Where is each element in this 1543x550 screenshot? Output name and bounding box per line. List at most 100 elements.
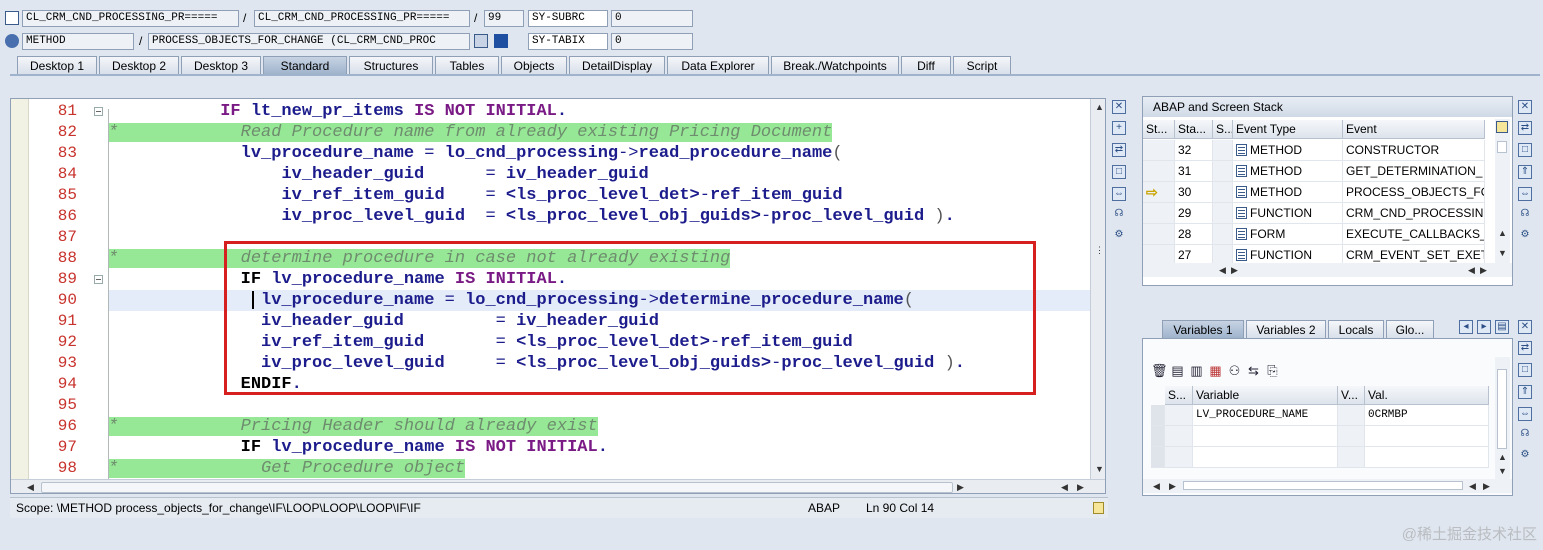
editor-hscroll[interactable]: ◀ ▶ ◀ ▶ xyxy=(11,479,1105,493)
var-hscroll[interactable]: ◀ ▶ ◀ ▶ xyxy=(1143,479,1512,493)
editor-vscroll[interactable]: ▲ ⋮ ▼ xyxy=(1090,99,1105,479)
scroll-up-icon[interactable]: ▲ xyxy=(1498,451,1507,463)
info-icon[interactable] xyxy=(494,34,508,48)
stack-cell[interactable]: 31 xyxy=(1175,161,1213,182)
row-selector[interactable] xyxy=(1151,405,1165,426)
variable-name-cell[interactable]: LV_PROCEDURE_NAME xyxy=(1193,405,1338,426)
hscroll-thumb[interactable] xyxy=(41,482,953,493)
tab-script[interactable]: Script xyxy=(953,56,1011,74)
variable-cell[interactable] xyxy=(1165,426,1193,447)
variable-column-header[interactable]: Variable xyxy=(1193,386,1338,405)
stack-cell-marker[interactable] xyxy=(1143,224,1175,245)
stack-cell[interactable]: 29 xyxy=(1175,203,1213,224)
scroll-left-icon[interactable]: ◀ xyxy=(1153,480,1160,492)
stack-cell[interactable] xyxy=(1213,182,1233,203)
scroll-right-icon[interactable]: ▶ xyxy=(1169,480,1176,492)
source-editor[interactable]: 81 IF lt_new_pr_items IS NOT INITIAL. 82 *… xyxy=(10,98,1106,494)
row-selector[interactable] xyxy=(1151,447,1165,468)
fold-toggle-icon[interactable] xyxy=(94,107,103,116)
change-icon[interactable]: ▥ xyxy=(1189,363,1204,378)
tab-desktop-1[interactable]: Desktop 1 xyxy=(17,56,97,74)
delete-icon[interactable]: 🗑 xyxy=(1151,363,1168,378)
stack-column-header[interactable]: Event Type xyxy=(1233,120,1343,139)
stack-cell[interactable]: 28 xyxy=(1175,224,1213,245)
variable-name-cell[interactable] xyxy=(1193,447,1338,468)
tab-glo[interactable]: Glo... xyxy=(1386,320,1434,338)
tab-locals[interactable]: Locals xyxy=(1328,320,1384,338)
hierarchy-icon[interactable]: ⚇ xyxy=(1227,363,1242,378)
stack-cell[interactable]: CRM_CND_PROCESSING_ xyxy=(1343,203,1485,224)
close-icon[interactable]: ✕ xyxy=(1518,320,1532,334)
notepad-icon[interactable] xyxy=(1093,502,1104,514)
tab-variables-2[interactable]: Variables 2 xyxy=(1246,320,1326,338)
row-selector[interactable] xyxy=(1151,426,1165,447)
stack-column-header[interactable]: Event xyxy=(1343,120,1485,139)
scroll-right-icon[interactable]: ▶ xyxy=(1480,264,1487,276)
tab-tables[interactable]: Tables xyxy=(435,56,499,74)
display-source-icon[interactable] xyxy=(474,34,488,48)
include-field[interactable]: CL_CRM_CND_PROCESSING_PR===== xyxy=(254,10,470,27)
variable-value-cell[interactable]: 0CRMBP xyxy=(1365,405,1489,426)
new-tool-icon[interactable]: + xyxy=(1112,121,1126,135)
tab-break-watchpoints[interactable]: Break./Watchpoints xyxy=(771,56,899,74)
stack-cell[interactable]: METHOD xyxy=(1233,140,1343,161)
scroll-right-icon[interactable]: ▶ xyxy=(1483,480,1490,492)
stack-column-header[interactable]: S... xyxy=(1213,120,1233,139)
tab-objects[interactable]: Objects xyxy=(501,56,567,74)
sysval-field-1[interactable]: 0 xyxy=(611,10,693,27)
stack-cell[interactable]: GET_DETERMINATION_ xyxy=(1343,161,1485,182)
swap-up-icon[interactable]: ⇑ xyxy=(1518,165,1532,179)
stack-cell[interactable] xyxy=(1213,161,1233,182)
swap-tools-icon[interactable]: ⇔ xyxy=(1518,187,1532,201)
fold-toggle-icon[interactable] xyxy=(94,275,103,284)
stack-cell[interactable] xyxy=(1213,224,1233,245)
stack-cell[interactable] xyxy=(1213,140,1233,161)
maximize-icon[interactable]: □ xyxy=(1518,143,1532,157)
stack-cell[interactable]: METHOD xyxy=(1233,182,1343,203)
line-field[interactable]: 99 xyxy=(484,10,524,27)
delete-all-icon[interactable]: ▦ xyxy=(1208,363,1223,378)
sysval-field-2[interactable]: 0 xyxy=(611,33,693,50)
sysvar-field-2[interactable]: SY-TABIX xyxy=(528,33,608,50)
variable-cell[interactable] xyxy=(1338,405,1365,426)
stack-cell-marker[interactable]: ⇨ xyxy=(1143,182,1175,203)
variable-cell[interactable] xyxy=(1165,405,1193,426)
scroll-thumb[interactable] xyxy=(1183,481,1463,490)
scroll-left-icon[interactable]: ◀ xyxy=(27,481,34,493)
variable-column-header[interactable]: Val. xyxy=(1365,386,1489,405)
replace-tool-icon[interactable]: ⇄ xyxy=(1518,341,1532,355)
scroll-down-icon[interactable]: ▼ xyxy=(1498,247,1507,259)
swap-tools-icon[interactable]: ⇔ xyxy=(1518,407,1532,421)
scroll-down-icon[interactable]: ▼ xyxy=(1498,465,1507,477)
scroll-thumb[interactable] xyxy=(1497,369,1507,449)
stack-column-header[interactable]: Sta... xyxy=(1175,120,1213,139)
variable-cell[interactable] xyxy=(1338,426,1365,447)
variable-cell[interactable] xyxy=(1165,447,1193,468)
tab-detaildisplay[interactable]: DetailDisplay xyxy=(569,56,665,74)
services-icon[interactable]: ☊ xyxy=(1518,428,1532,442)
stack-cell[interactable]: EXECUTE_CALLBACKS_P_ xyxy=(1343,224,1485,245)
services-icon[interactable]: ☊ xyxy=(1518,208,1532,222)
event-field[interactable]: PROCESS_OBJECTS_FOR_CHANGE (CL_CRM_CND_P… xyxy=(148,33,470,50)
tab-standard[interactable]: Standard xyxy=(263,56,347,74)
swap-up-icon[interactable]: ⇑ xyxy=(1518,385,1532,399)
scroll-right-icon[interactable]: ▶ xyxy=(957,481,964,493)
variable-value-cell[interactable] xyxy=(1365,447,1489,468)
stack-hscroll[interactable]: ◀ ▶ ◀ ▶ xyxy=(1143,263,1512,277)
scroll-up-icon[interactable]: ▲ xyxy=(1498,227,1507,239)
scroll-left-icon[interactable]: ◀ xyxy=(1469,480,1476,492)
replace-tool-icon[interactable]: ⇄ xyxy=(1112,143,1126,157)
sysvar-field-1[interactable]: SY-SUBRC xyxy=(528,10,608,27)
variable-column-header[interactable]: V... xyxy=(1338,386,1365,405)
tab-structures[interactable]: Structures xyxy=(349,56,433,74)
scroll-right-icon[interactable]: ▶ xyxy=(1077,481,1084,493)
stack-cell[interactable]: FORM xyxy=(1233,224,1343,245)
tab-list-icon[interactable]: ▤ xyxy=(1495,320,1509,334)
close-icon[interactable]: ✕ xyxy=(1518,100,1532,114)
scroll-down-icon[interactable]: ▼ xyxy=(1095,463,1104,475)
variable-column-header[interactable]: S... xyxy=(1165,386,1193,405)
tab-scroll-right[interactable]: ▸ xyxy=(1477,320,1491,334)
program-field[interactable]: CL_CRM_CND_PROCESSING_PR===== xyxy=(22,10,239,27)
settings-icon[interactable]: ⚙ xyxy=(1518,229,1532,243)
stack-column-header[interactable]: St... xyxy=(1143,120,1175,139)
